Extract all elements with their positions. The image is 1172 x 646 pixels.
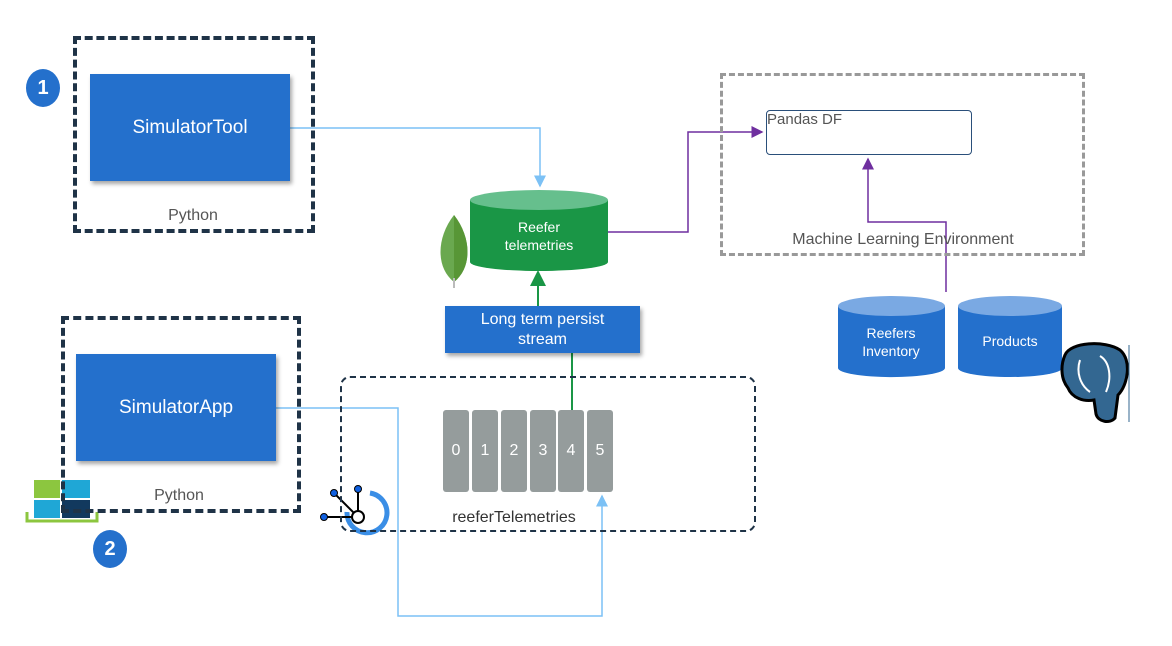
- reefers-inventory-line2: Inventory: [862, 343, 920, 359]
- topic-name: reeferTelemetries: [452, 509, 576, 526]
- partition-0: 0: [443, 410, 469, 492]
- python-label-1: Python: [168, 207, 218, 224]
- reefers-inventory-line1: Reefers: [866, 325, 916, 341]
- reefers-inventory-label: Reefers Inventory: [862, 324, 920, 360]
- mongo-label-line1: Reefer: [517, 219, 561, 235]
- step-1-badge: 1: [26, 69, 60, 107]
- ml-environment-container: [720, 73, 1085, 256]
- persist-stream-line2: stream: [518, 330, 567, 348]
- simulator-tool-box[interactable]: SimulatorTool: [90, 74, 290, 181]
- postgresql-elephant-icon: [1060, 342, 1130, 423]
- architecture-diagram: 1 2 SimulatorTool Python SimulatorApp Py…: [0, 0, 1172, 646]
- mongo-label-line2: telemetries: [504, 237, 574, 253]
- partition-5: 5: [587, 410, 613, 492]
- partition-2: 2: [501, 410, 527, 492]
- products-label: Products: [982, 333, 1038, 349]
- partition-1: 1: [472, 410, 498, 492]
- step-2-badge: 2: [93, 530, 127, 568]
- mongo-label: Reefer telemetries: [505, 218, 573, 254]
- python-label-2: Python: [154, 487, 204, 504]
- persist-stream-line1: Long term persist: [480, 310, 605, 328]
- persist-stream-box[interactable]: Long term persist stream: [445, 306, 640, 353]
- pandas-df-label: Pandas DF: [767, 111, 843, 128]
- partition-3: 3: [530, 410, 556, 492]
- pandas-df-box[interactable]: Pandas DF: [766, 110, 972, 155]
- ml-environment-label: Machine Learning Environment: [792, 231, 1014, 248]
- simulator-app-box[interactable]: SimulatorApp: [76, 354, 276, 461]
- tool-to-mongo-line: [290, 127, 546, 188]
- mongodb-leaf-icon: [440, 215, 468, 288]
- partition-4: 4: [558, 410, 584, 492]
